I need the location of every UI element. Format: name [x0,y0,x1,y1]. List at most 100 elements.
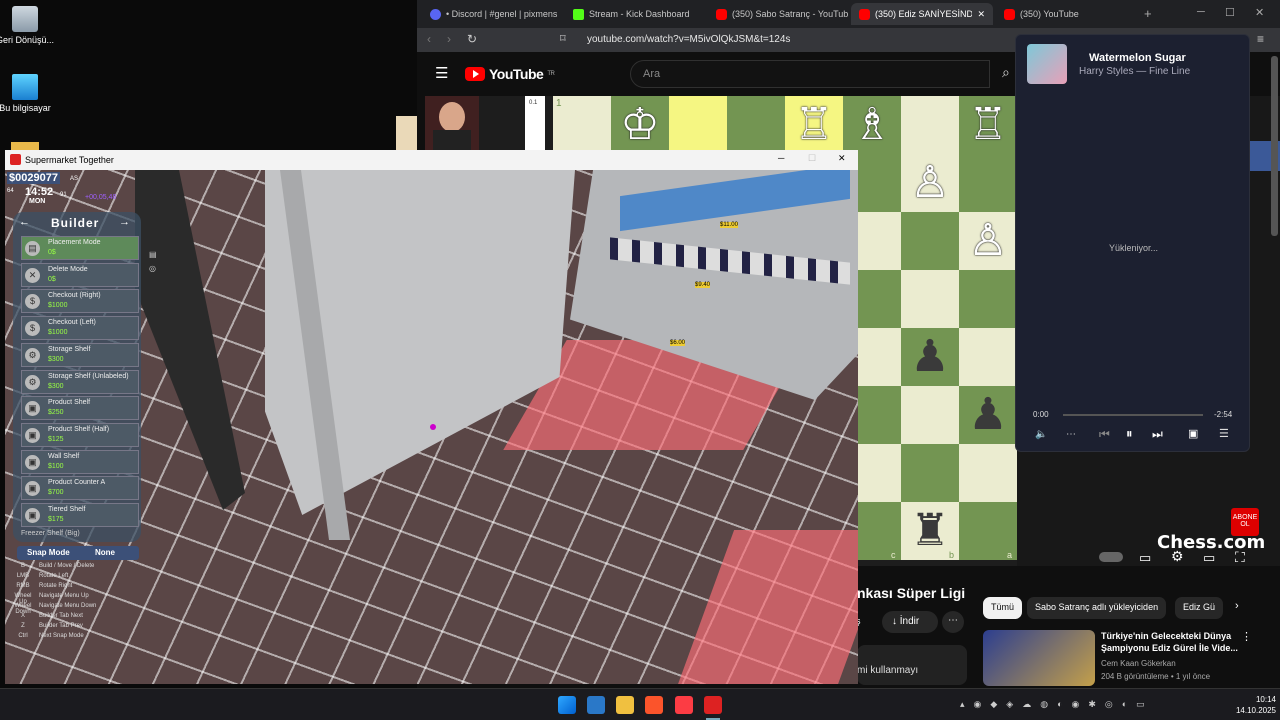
builder-item-name: Tiered Shelf [48,506,86,513]
pause-icon[interactable]: ⏸ [1126,426,1133,442]
builder-item-price: $175 [48,516,64,523]
search-input[interactable]: Ara [630,60,990,88]
tab-label: (350) YouTube [1020,9,1079,19]
builder-item-price: $250 [48,409,64,417]
desktop-icon-recycle-bin[interactable]: Geri Dönüşü... [0,6,55,45]
supermarket-together-icon[interactable] [704,696,722,714]
file-label: b [949,550,955,560]
tray-icons[interactable]: ▴◉◆◈☁◍◐◉✱◎◐▭ [960,699,1190,711]
box-icon: ▣ [25,401,40,417]
media-title: Watermelon Sugar [1089,52,1186,64]
tab-label: (350) Sabo Satranç - YouTube [732,9,848,19]
youtube-logo[interactable]: YouTube TR [465,66,555,82]
url-text[interactable]: youtube.com/watch?v=M5ivOlQkJSM&t=124s [587,34,790,45]
chip-all[interactable]: Tümü [983,597,1023,619]
kick-icon [573,8,584,20]
close-icon[interactable]: ✕ [838,153,846,164]
close-window-icon[interactable]: ✕ [1255,6,1264,19]
search-icon[interactable]: ⌕ [1002,64,1010,81]
start-icon[interactable] [558,696,576,714]
snap-mode-bar[interactable]: Snap Mode None [17,546,139,560]
seek-bar[interactable] [1063,414,1203,416]
download-button[interactable]: ↓ İndir [882,611,938,633]
chevron-right-icon[interactable]: › [1235,600,1239,612]
builder-item[interactable]: ▣ Product Shelf $250 [21,396,139,421]
tab-discord[interactable]: • Discord | #genel | pixmens [422,3,562,25]
next-icon[interactable]: ⏭ [1152,427,1163,442]
bookmark-icon[interactable]: ⌑ [560,32,566,45]
hotkey-key: Z [21,623,25,629]
rec-more-icon[interactable]: ⋮ [1241,630,1252,643]
builder-partial-item[interactable]: Freezer Shelf (Big) [21,530,80,537]
more-icon[interactable]: ⋯ [1066,429,1076,440]
tab-youtube-sabo[interactable]: (350) Sabo Satranç - YouTube [708,3,848,25]
lyrics-icon[interactable]: ▣ [1188,427,1198,440]
dollar-icon: $ [25,294,40,310]
back-icon[interactable]: ‹ [427,32,431,46]
theater-icon[interactable]: ▭ [1203,550,1215,566]
rec-thumbnail[interactable] [983,630,1095,686]
side-icon: ▤ [149,250,157,259]
file-explorer-icon[interactable] [616,696,634,714]
builder-item[interactable]: ⚙ Storage Shelf (Unlabeled) $300 [21,369,139,394]
brave-icon[interactable] [645,696,663,714]
cart-icon: ▤ [25,241,40,256]
tab-kick[interactable]: Stream - Kick Dashboard [565,3,705,25]
builder-item[interactable]: $ Checkout (Right) $1000 [21,289,139,314]
builder-item-price: $700 [48,489,64,497]
box-icon: ▣ [25,454,40,470]
chip-uploader[interactable]: Sabo Satranç adlı yükleyiciden [1027,597,1167,619]
reload-icon[interactable]: ↻ [467,32,477,46]
rec-channel[interactable]: Cem Kaan Gökerkan [1101,659,1176,668]
widgets-icon[interactable] [587,696,605,714]
builder-item[interactable]: ▣ Product Counter A $700 [21,476,139,501]
clock[interactable]: 10:14 14.10.2025 [1226,694,1276,716]
video-title: nkası Süper Ligi [857,585,966,601]
tab-youtube-home[interactable]: (350) YouTube [996,3,1136,25]
hotkey-key: X [20,613,25,619]
fullscreen-icon[interactable]: ⛶ [1235,549,1245,566]
youtube-icon [716,8,727,20]
builder-item[interactable]: ✕ Delete Mode 0$ [21,262,139,287]
hamburger-icon[interactable]: ☰ [435,64,448,82]
background-window-edge [396,116,418,152]
streamer-webcam [425,96,479,151]
builder-item[interactable]: ▤ Placement Mode 0$ [21,236,139,260]
builder-item[interactable]: ▣ Wall Shelf $100 [21,449,139,474]
scrollbar[interactable] [1271,56,1278,236]
white-rook: ♖ [968,99,1008,150]
rec-title[interactable]: Türkiye'nin Gelecekteki Dünya Şampiyonu … [1101,630,1251,654]
description-box[interactable]: mi kullanmayı [857,645,967,685]
tab-youtube-ediz[interactable]: (350) Ediz SANİYESİNDE M ✕ [851,3,993,25]
builder-item-price: $100 [48,462,64,470]
builder-item-name: Storage Shelf (Unlabeled) [48,372,129,380]
maximize-icon[interactable]: ☐ [1225,6,1235,19]
new-tab-icon[interactable]: + [1144,6,1152,21]
forward-icon[interactable]: › [447,32,451,46]
builder-item[interactable]: ⚙ Storage Shelf $300 [21,342,139,367]
volume-icon[interactable]: 🔈 [1035,429,1047,440]
arrow-left-icon[interactable]: ← [19,216,30,228]
more-actions-button[interactable]: ⋯ [942,611,964,633]
game-scene[interactable]: $11.00 $9.40 $6.00 $0029077 AS 64 14:52 … [5,170,858,684]
builder-item[interactable]: ▣ Tiered Shelf $175 [21,503,139,527]
settings-icon[interactable]: ⚙ [1171,548,1184,565]
minimize-icon[interactable]: ─ [1197,6,1205,18]
apple-music-icon[interactable] [675,696,693,714]
chip-ediz[interactable]: Ediz Gü [1175,597,1224,619]
desktop-icon-this-pc[interactable]: Bu bilgisayar [0,74,55,113]
autoplay-toggle[interactable] [1099,552,1123,562]
builder-item[interactable]: ▣ Product Shelf (Half) $125 [21,422,139,447]
gears-icon: ⚙ [25,374,40,390]
previous-icon[interactable]: ⏮ [1099,427,1110,442]
subtitles-icon[interactable]: ▭ [1139,550,1151,566]
maximize-icon[interactable]: ☐ [808,153,816,164]
minimize-icon[interactable]: ─ [778,153,784,163]
builder-item-name: Product Counter A [48,479,106,487]
builder-item[interactable]: $ Checkout (Left) $1000 [21,316,139,341]
queue-icon[interactable]: ☰ [1219,427,1229,440]
close-tab-icon[interactable]: ✕ [977,9,985,20]
box-icon: ▣ [25,427,40,443]
menu-icon[interactable]: ≡ [1257,32,1264,46]
arrow-right-icon[interactable]: → [119,216,130,228]
